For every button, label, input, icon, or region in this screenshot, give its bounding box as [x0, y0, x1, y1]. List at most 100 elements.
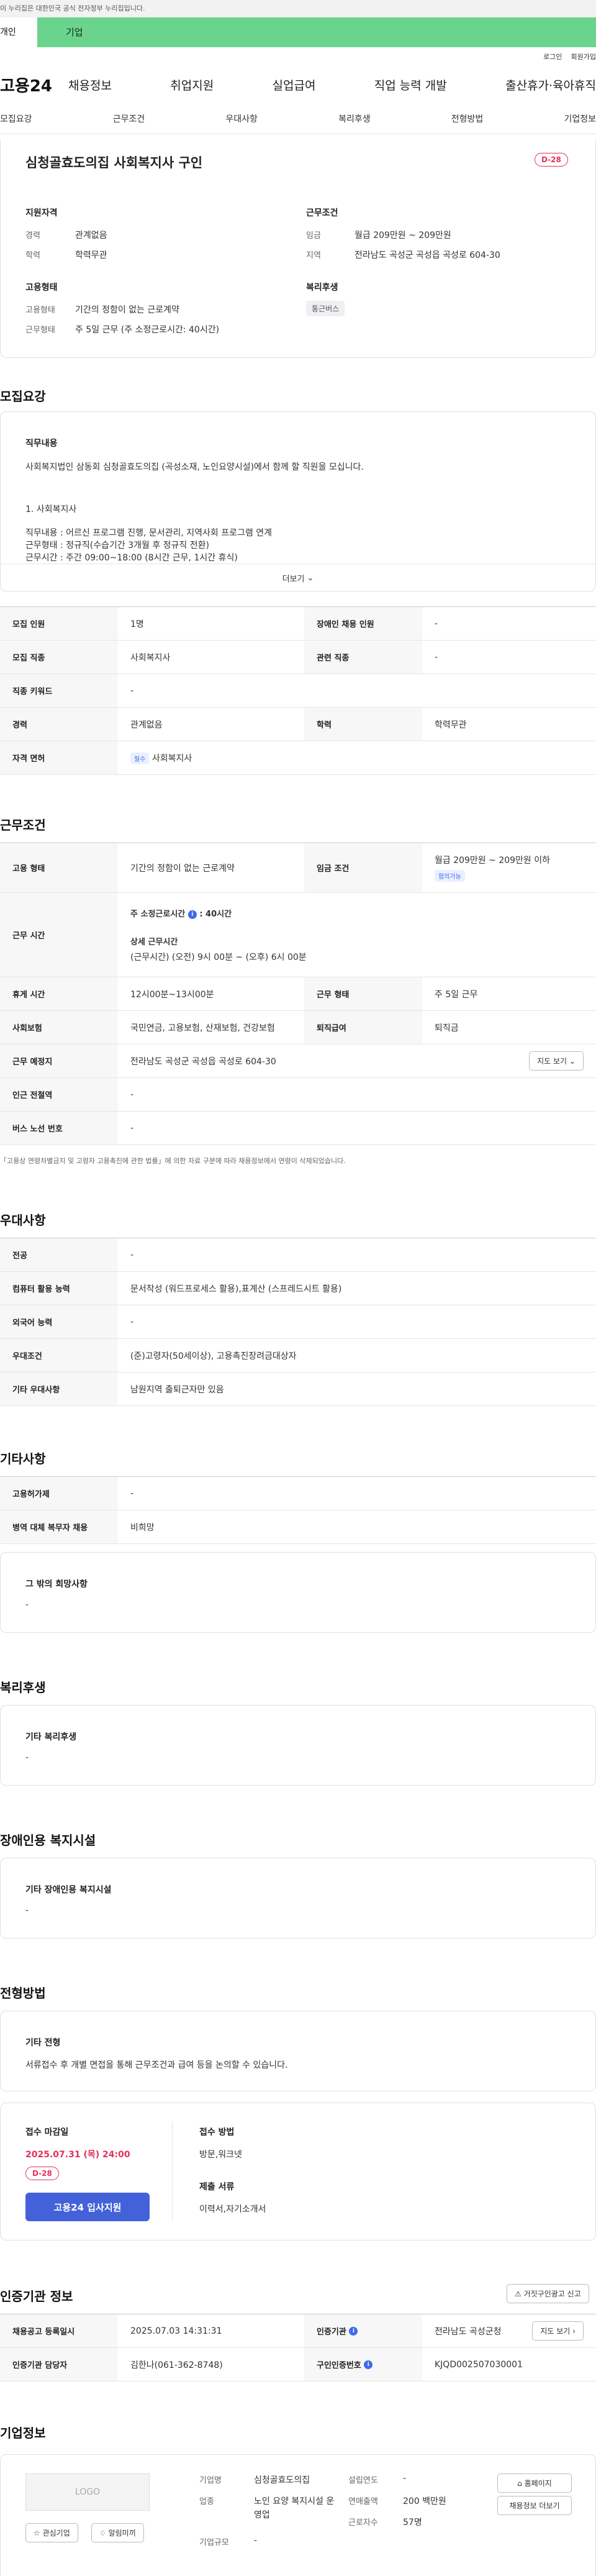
preference-heading: 우대사항 [0, 1213, 46, 1228]
row-key: 장애인 채용 인원 [304, 607, 422, 640]
follow-button[interactable]: ♢ 알림미끼 [91, 2523, 144, 2542]
recruit-heading: 모집요강 [0, 389, 46, 404]
row-value: 문서작성 (워드프로세스 활용),표계산 (스프레드시트 활용) [130, 1284, 342, 1294]
etc-table: 고용허가제 - 병역 대체 복무자 채용 비희망 [0, 1476, 596, 1544]
hope-card: 그 밖의 희망사항 - [0, 1552, 596, 1633]
info-icon[interactable]: i [349, 2326, 358, 2336]
detail-hours-value: (근무시간) (오전) 9시 00분 ~ (오후) 6시 00분 [130, 952, 307, 962]
duty-card: 직무내용 사회복지법인 삼동회 심청골효도의집 (곡성소재, 노인요양시설)에서… [0, 411, 596, 591]
row-value: 전라남도 곡성군 곡성읍 곡성로 604-30 [130, 1056, 276, 1067]
cert-heading: 인증기관 정보 [0, 2289, 73, 2304]
size-value: - [254, 2536, 258, 2546]
more-button[interactable]: 더보기 ⌄ [1, 564, 595, 591]
wage-key: 임금 [306, 231, 321, 240]
row-value: 기간의 정함이 없는 근로계약 [130, 863, 235, 874]
company-card: LOGO ☆ 관심기업 ♢ 알림미끼 기업명 심청골효도의집 업종 노인 요양 … [0, 2454, 596, 2576]
gnb-unemployment[interactable]: 실업급여 [273, 76, 316, 93]
favorite-button[interactable]: ☆ 관심기업 [25, 2523, 78, 2542]
table-row: 모집 인원 1명 장애인 채용 인원 - [0, 607, 596, 641]
row-key: 병역 대체 복무자 채용 [0, 1510, 118, 1543]
deadline-value: 2025.07.31 (목) 24:00 [25, 2150, 130, 2160]
detail-hours-label: 상세 근무시간 [130, 937, 178, 947]
gnb-leave[interactable]: 출산휴가·육아휴직 [505, 76, 596, 93]
gov-notice: 이 누리집은 대한민국 공식 전자정부 누리집입니다. [0, 0, 596, 17]
docs-label: 제출 서류 [199, 2182, 235, 2192]
hope-label: 그 밖의 희망사항 [25, 1579, 88, 1589]
tab-individual[interactable]: 개인 [0, 17, 37, 47]
job-title: 심청골효도의집 사회복지사 구인 [25, 155, 203, 170]
subtab-preference[interactable]: 우대사항 [225, 112, 258, 125]
row-key: 퇴직급여 [304, 1011, 422, 1044]
employees-value: 57명 [403, 2518, 422, 2528]
report-button[interactable]: ⚠ 거짓구인광고 신고 [507, 2284, 589, 2303]
row-key: 채용공고 등록일시 [0, 2314, 118, 2347]
table-row: 자격 면허 필수 사회복지사 [0, 741, 596, 775]
row-key: 전공 [0, 1238, 118, 1271]
gnb-employment-support[interactable]: 취업지원 [170, 76, 214, 93]
org-map-button[interactable]: 지도 보기 › [532, 2321, 584, 2341]
row-value: 주 5일 근무 [435, 989, 478, 1000]
no-key: 구인인증번호 [317, 2361, 361, 2370]
career-value: 관계없음 [75, 231, 107, 240]
subtab-conditions[interactable]: 근무조건 [113, 112, 145, 125]
homepage-label: 홈페이지 [524, 2479, 552, 2488]
dday-badge: D-28 [535, 153, 568, 167]
summary-card: 심청골효도의집 사회복지사 구인 D-28 지원자격 경력 관계없음 학력 학력… [0, 140, 596, 358]
subtab-company[interactable]: 기업정보 [564, 112, 596, 125]
apply-button[interactable]: 고용24 입사지원 [25, 2193, 150, 2221]
table-row: 직종 키워드 - [0, 674, 596, 708]
row-key: 구인인증번호 i [304, 2348, 422, 2381]
row-key: 관련 직종 [304, 641, 422, 674]
row-value: 학력무관 [435, 719, 467, 730]
row-key: 인증기관 i [304, 2314, 422, 2347]
disabled-card: 기타 장애인용 복지시설 - [0, 1858, 596, 1939]
subtab-recruit[interactable]: 모집요강 [0, 112, 32, 125]
row-value: 2025.07.03 14:31:31 [130, 2326, 222, 2336]
favorite-label: 관심기업 [42, 2529, 70, 2537]
info-icon[interactable]: i [364, 2360, 373, 2369]
row-value: (준)고령자(50세이상), 고용촉진장려금대상자 [130, 1351, 297, 1361]
row-key: 직종 키워드 [0, 674, 118, 707]
table-row: 버스 노선 번호 - [0, 1112, 596, 1145]
selection-label: 기타 전형 [25, 2038, 61, 2048]
signup-link[interactable]: 회원가입 [571, 52, 596, 62]
row-value: 사회복지사 [130, 652, 171, 663]
row-key: 고용 형태 [0, 843, 118, 892]
table-row: 병역 대체 복무자 채용 비희망 [0, 1510, 596, 1544]
homepage-button[interactable]: ⌂ 홈페이지 [497, 2473, 572, 2493]
deadline-label: 접수 마감일 [25, 2127, 69, 2137]
table-row: 기타 우대사항 남원지역 출퇴근자만 있음 [0, 1372, 596, 1406]
login-link[interactable]: 로그인 [543, 52, 562, 62]
row-value: 필수 사회복지사 [118, 752, 596, 764]
worktype-value: 주 5일 근무 (주 소정근로시간: 40시간) [75, 325, 220, 335]
site-logo[interactable]: 고용24 [0, 73, 68, 96]
star-icon: ☆ [34, 2529, 40, 2537]
cert-table: 채용공고 등록일시 2025.07.03 14:31:31 인증기관 i 전라남… [0, 2314, 596, 2382]
welfare-value: - [25, 1753, 29, 1763]
negotiable-badge: 협의가능 [435, 870, 465, 882]
gnb-jobs[interactable]: 채용정보 [68, 76, 112, 93]
row-value: - [130, 1488, 134, 1499]
more-jobs-button[interactable]: 채용정보 더보기 [497, 2496, 572, 2515]
info-icon[interactable]: i [187, 910, 197, 919]
chevron-right-icon: › [572, 2327, 576, 2336]
map-button[interactable]: 지도 보기 ⌄ [529, 1051, 584, 1071]
subtab-welfare[interactable]: 복리후생 [338, 112, 371, 125]
row-value: 퇴직금 [435, 1023, 459, 1033]
conditions-section-heading: 근무조건 [0, 818, 46, 833]
row-value: - [435, 652, 438, 662]
more-label: 더보기 [282, 574, 305, 584]
subtab-selection[interactable]: 전형방법 [451, 112, 484, 125]
welfare-chip: 통근버스 [306, 301, 345, 316]
row-key: 학력 [304, 708, 422, 741]
row-key: 인근 전철역 [0, 1078, 118, 1111]
license-value: 사회복지사 [151, 753, 192, 764]
gnb-training[interactable]: 직업 능력 개발 [374, 76, 447, 93]
preference-table: 전공 - 컴퓨터 활용 능력 문서작성 (워드프로세스 활용),표계산 (스프레드시… [0, 1238, 596, 1406]
row-key: 우대조건 [0, 1339, 118, 1372]
recruit-table: 모집 인원 1명 장애인 채용 인원 - 모집 직종 사회복지사 관련 직종 -… [0, 606, 596, 775]
welfare-label: 기타 복리후생 [25, 1732, 77, 1742]
tab-corporate[interactable]: 기업 [37, 17, 596, 47]
area-key: 지역 [306, 251, 321, 260]
table-row: 고용허가제 - [0, 1477, 596, 1510]
